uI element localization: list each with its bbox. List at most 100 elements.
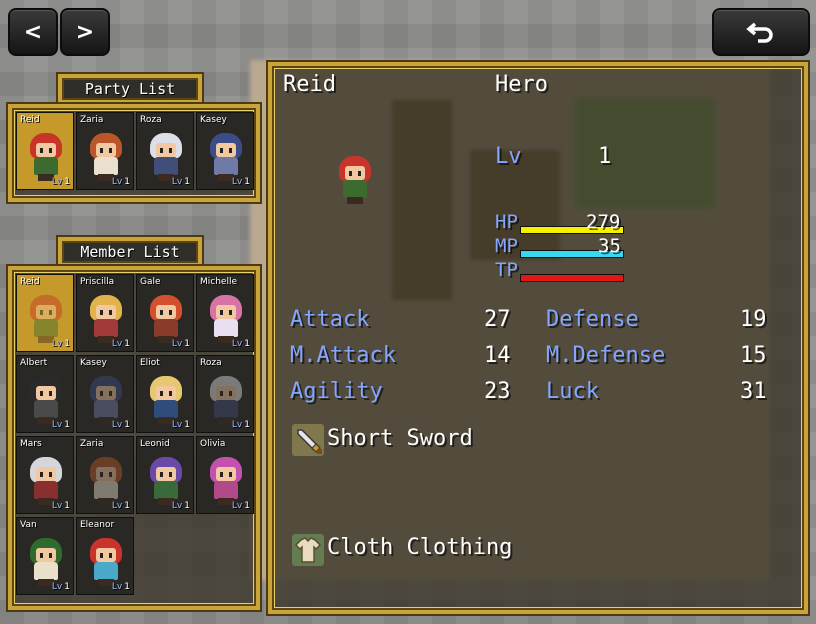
member-name: Gale [140,277,161,287]
member-name: Kasey [200,115,227,125]
member-level-value: 1 [124,582,130,592]
member_list-slot[interactable]: Olivia Lv 1 [196,436,254,514]
member-name: Van [20,520,37,530]
member-level: Lv 1 [232,420,250,430]
member-level-label: Lv [51,582,63,592]
member-level-label: Lv [231,420,243,430]
member-level-value: 1 [184,501,190,511]
member-level: Lv 1 [112,177,130,187]
member-name: Roza [140,115,162,125]
member-level: Lv 1 [112,420,130,430]
member_list-slot[interactable]: Eleanor Lv 1 [76,517,134,595]
character-sprite [84,370,128,426]
member-level: Lv 1 [172,177,190,187]
member-level-value: 1 [244,177,250,187]
member-level: Lv 1 [232,339,250,349]
member-level: Lv 1 [112,339,130,349]
member-name: Eleanor [80,520,115,530]
party-list-title-box: Party List [58,74,202,104]
member-level-value: 1 [244,420,250,430]
member-level-value: 1 [64,501,70,511]
character-sprite [24,451,68,507]
actor-class: Hero [495,72,548,97]
party_list-slot[interactable]: Zaria Lv 1 [76,112,134,190]
actor-name: Reid [283,72,336,97]
character-sprite [204,127,248,183]
next-member-button[interactable]: > [60,8,110,56]
member-level-value: 1 [124,177,130,187]
party_list-slot[interactable]: Reid Lv 1 [16,112,74,190]
member-level-value: 1 [244,339,250,349]
member_list-slot[interactable]: Reid Lv 1 [16,274,74,352]
equip-armor: Cloth Clothing [327,535,513,560]
member-level-label: Lv [51,339,63,349]
tp-gauge [520,274,624,282]
member_list-slot[interactable]: Gale Lv 1 [136,274,194,352]
member-level: Lv 1 [52,339,70,349]
party_list-slot[interactable]: Kasey Lv 1 [196,112,254,190]
member_list-slot[interactable]: Zaria Lv 1 [76,436,134,514]
member-level: Lv 1 [172,501,190,511]
party_list-slot[interactable]: Roza Lv 1 [136,112,194,190]
member-level: Lv 1 [52,501,70,511]
member-name: Kasey [80,358,107,368]
member-level: Lv 1 [52,177,70,187]
member-name: Leonid [140,439,170,449]
member-level-label: Lv [171,420,183,430]
member-level-label: Lv [51,501,63,511]
prev-member-button[interactable]: < [8,8,58,56]
back-button[interactable] [712,8,810,56]
param-label-mattack: M.Attack [290,343,396,368]
character-sprite [84,127,128,183]
member-level-value: 1 [184,420,190,430]
param-label-agility: Agility [290,379,383,404]
equip-weapon: Short Sword [327,426,473,451]
character-sprite [84,532,128,588]
member-name: Albert [20,358,48,368]
character-sprite [144,127,188,183]
mp-value: 35 [598,235,621,257]
member-level-label: Lv [51,177,63,187]
member-name: Mars [20,439,42,449]
member_list-slot[interactable]: Eliot Lv 1 [136,355,194,433]
actor-sprite [333,146,377,210]
member-level-value: 1 [64,582,70,592]
prev-label: < [23,19,43,45]
clothing-icon [292,534,324,566]
member-level-label: Lv [231,501,243,511]
mp-label: MP [495,235,518,257]
character-sprite [24,289,68,345]
param-value-luck: 31 [740,379,767,404]
member-level-value: 1 [124,501,130,511]
member-name: Reid [20,277,40,287]
member-level-label: Lv [231,339,243,349]
character-sprite [24,127,68,183]
member_list-slot[interactable]: Leonid Lv 1 [136,436,194,514]
member-name: Reid [20,115,40,125]
member-level: Lv 1 [52,420,70,430]
member-level-value: 1 [124,420,130,430]
member-level-label: Lv [111,177,123,187]
member-name: Zaria [80,439,104,449]
member_list-slot[interactable]: Mars Lv 1 [16,436,74,514]
member-level-label: Lv [51,420,63,430]
member_list-slot[interactable]: Kasey Lv 1 [76,355,134,433]
param-value-defense: 19 [740,307,767,332]
member_list-slot[interactable]: Michelle Lv 1 [196,274,254,352]
member-name: Olivia [200,439,226,449]
member_list-slot[interactable]: Van Lv 1 [16,517,74,595]
member-level: Lv 1 [112,501,130,511]
member_list-slot[interactable]: Roza Lv 1 [196,355,254,433]
character-sprite [24,532,68,588]
member-name: Michelle [200,277,237,287]
character-sprite [24,370,68,426]
member_list-slot[interactable]: Priscilla Lv 1 [76,274,134,352]
sword-icon [292,424,324,456]
member-name: Zaria [80,115,104,125]
member_list-slot[interactable]: Albert Lv 1 [16,355,74,433]
param-value-mdefense: 15 [740,343,767,368]
member-level-label: Lv [111,501,123,511]
character-sprite [204,451,248,507]
back-arrow-icon [746,22,773,43]
character-sprite [144,370,188,426]
